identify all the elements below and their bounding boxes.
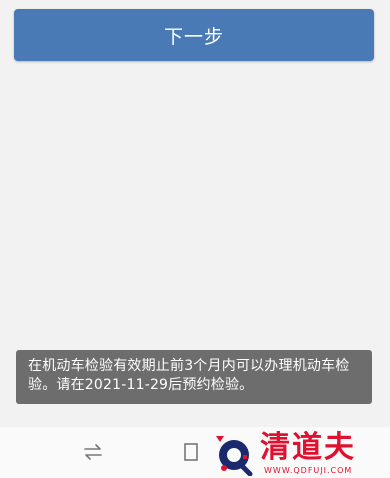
next-step-button[interactable]: 下一步 bbox=[14, 9, 374, 61]
watermark-logo: 清道夫 WWW.QDFUJI.COM bbox=[208, 430, 386, 478]
toast-notification: 在机动车检验有效期止前3个月内可以办理机动车检验。请在2021-11-29后预约… bbox=[16, 350, 372, 404]
toast-message: 在机动车检验有效期止前3个月内可以办理机动车检验。请在2021-11-29后预约… bbox=[28, 358, 350, 393]
recent-apps-icon[interactable] bbox=[184, 443, 198, 461]
watermark-name: 清道夫 bbox=[260, 430, 356, 465]
switch-arrows-icon[interactable] bbox=[82, 441, 104, 463]
watermark-emblem-icon bbox=[216, 436, 253, 476]
watermark-url: WWW.QDFUJI.COM bbox=[264, 466, 353, 475]
